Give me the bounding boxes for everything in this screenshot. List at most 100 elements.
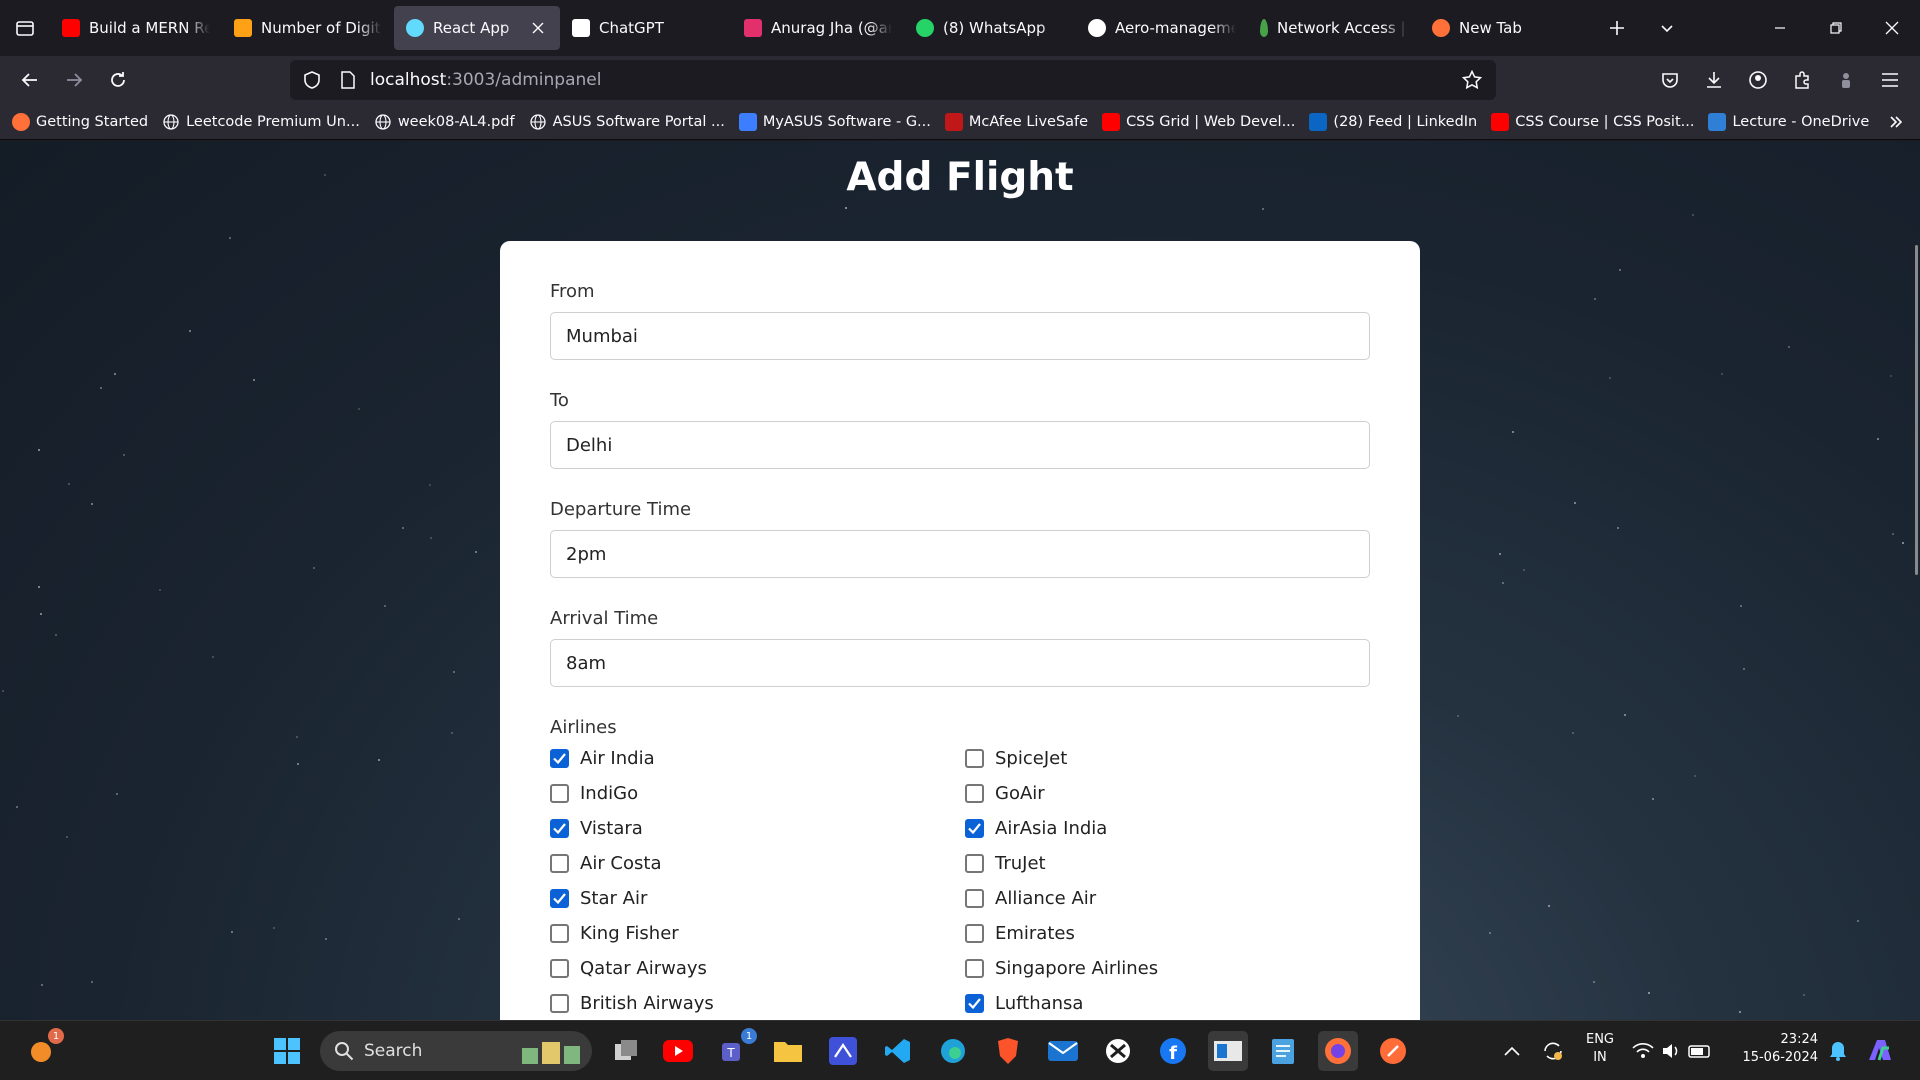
scrollbar-thumb[interactable]: [1915, 245, 1918, 575]
airline-checkbox[interactable]: [965, 889, 984, 908]
sync-tray-button[interactable]: [1533, 1031, 1573, 1071]
airline-checkbox[interactable]: [550, 924, 569, 943]
clock[interactable]: 23:24 15-06-2024: [1732, 1031, 1818, 1067]
airline-option[interactable]: British Airways: [550, 991, 965, 1016]
airline-checkbox[interactable]: [965, 924, 984, 943]
notifications-button[interactable]: [1818, 1031, 1858, 1071]
language-indicator[interactable]: ENG IN: [1580, 1031, 1620, 1067]
url-text[interactable]: localhost:3003/adminpanel: [370, 70, 601, 90]
airline-checkbox[interactable]: [550, 889, 569, 908]
airline-checkbox[interactable]: [965, 784, 984, 803]
airline-option[interactable]: Qatar Airways: [550, 956, 965, 981]
airline-checkbox[interactable]: [550, 994, 569, 1013]
airline-option[interactable]: Vistara: [550, 816, 965, 841]
taskbar-search[interactable]: Search: [320, 1031, 592, 1071]
tab-overflow-button[interactable]: [1642, 0, 1692, 56]
show-hidden-icons-button[interactable]: [1492, 1031, 1532, 1071]
bookmark-item[interactable]: week08-AL4.pdf: [374, 113, 515, 131]
bookmark-item[interactable]: Lecture - OneDrive: [1708, 112, 1869, 131]
task-view-button[interactable]: [606, 1031, 646, 1071]
airline-option[interactable]: Singapore Airlines: [965, 956, 1380, 981]
bookmark-item[interactable]: CSS Grid | Web Devel...: [1102, 112, 1295, 131]
xbox-button[interactable]: [1098, 1031, 1138, 1071]
reload-button[interactable]: [96, 60, 140, 100]
browser-tab[interactable]: Number of Digit (: [222, 6, 394, 50]
airline-checkbox[interactable]: [965, 994, 984, 1013]
browser-tab[interactable]: ChatGPT: [560, 6, 732, 50]
postman-button[interactable]: [1373, 1031, 1413, 1071]
airline-checkbox[interactable]: [550, 959, 569, 978]
notepad-button[interactable]: [1263, 1031, 1303, 1071]
airline-checkbox[interactable]: [550, 749, 569, 768]
page-scrollbar[interactable]: [1914, 141, 1920, 1020]
close-tab-button[interactable]: [528, 18, 548, 38]
teams-taskbar-button[interactable]: T1: [714, 1028, 757, 1071]
bookmark-item[interactable]: ASUS Software Portal ...: [529, 113, 725, 131]
firefox-taskbar-button[interactable]: [1318, 1031, 1358, 1071]
bookmark-item[interactable]: McAfee LiveSafe: [944, 112, 1088, 131]
facebook-button[interactable]: f: [1153, 1031, 1193, 1071]
quick-settings-button[interactable]: [1628, 1031, 1718, 1071]
arrival-time-input[interactable]: [550, 639, 1370, 687]
airline-checkbox[interactable]: [965, 854, 984, 873]
back-button[interactable]: [8, 60, 52, 100]
mail-button[interactable]: [1043, 1031, 1083, 1071]
bookmark-item[interactable]: Leetcode Premium Un...: [162, 113, 360, 131]
airline-option[interactable]: Star Air: [550, 886, 965, 911]
extensions-button[interactable]: [1780, 60, 1824, 100]
vscode-button[interactable]: [878, 1031, 918, 1071]
airline-checkbox[interactable]: [550, 784, 569, 803]
account-button[interactable]: [1736, 60, 1780, 100]
extension-item-button[interactable]: [1824, 60, 1868, 100]
new-tab-button[interactable]: [1592, 0, 1642, 56]
bookmark-item[interactable]: CSS Course | CSS Posit...: [1491, 112, 1694, 131]
airline-option[interactable]: Air India: [550, 746, 965, 771]
bookmark-item[interactable]: (28) Feed | LinkedIn: [1309, 112, 1477, 131]
start-button[interactable]: [267, 1031, 307, 1071]
notion-like-app-button[interactable]: [823, 1031, 863, 1071]
airline-option[interactable]: SpiceJet: [965, 746, 1380, 771]
bookmark-item[interactable]: Getting Started: [12, 112, 148, 131]
departure-time-input[interactable]: [550, 530, 1370, 578]
page-icon[interactable]: [330, 60, 366, 100]
tracking-protection-icon[interactable]: [294, 60, 330, 100]
url-bar[interactable]: localhost:3003/adminpanel: [290, 60, 1496, 100]
airline-checkbox[interactable]: [965, 819, 984, 838]
browser-tab[interactable]: Anurag Jha (@anu: [732, 6, 904, 50]
bookmarks-overflow-button[interactable]: [1884, 110, 1908, 134]
airline-option[interactable]: AirAsia India: [965, 816, 1380, 841]
browser-tab[interactable]: Build a MERN Rea: [50, 6, 222, 50]
bookmark-item[interactable]: MyASUS Software - G...: [738, 112, 931, 131]
airline-option[interactable]: GoAir: [965, 781, 1380, 806]
browser-tab[interactable]: New Tab: [1420, 6, 1592, 50]
airline-option[interactable]: Air Costa: [550, 851, 965, 876]
bookmark-star-button[interactable]: [1454, 60, 1490, 100]
brave-button[interactable]: [988, 1031, 1028, 1071]
forward-button[interactable]: [52, 60, 96, 100]
airline-option[interactable]: IndiGo: [550, 781, 965, 806]
downloads-button[interactable]: [1692, 60, 1736, 100]
restore-button[interactable]: [1808, 0, 1864, 56]
airline-checkbox[interactable]: [550, 819, 569, 838]
airline-checkbox[interactable]: [965, 959, 984, 978]
store-button[interactable]: [1208, 1031, 1248, 1071]
browser-tab[interactable]: Aero-manageme: [1076, 6, 1248, 50]
airline-option[interactable]: King Fisher: [550, 921, 965, 946]
copilot-button[interactable]: [1860, 1031, 1900, 1071]
youtube-taskbar-button[interactable]: [658, 1031, 698, 1071]
browser-tab[interactable]: (8) WhatsApp: [904, 6, 1076, 50]
menu-button[interactable]: [1868, 60, 1912, 100]
airline-option[interactable]: Emirates: [965, 921, 1380, 946]
minimize-button[interactable]: [1752, 0, 1808, 56]
browser-tab[interactable]: Network Access |: [1248, 6, 1420, 50]
airline-option[interactable]: Alliance Air: [965, 886, 1380, 911]
airline-checkbox[interactable]: [965, 749, 984, 768]
airline-option[interactable]: TruJet: [965, 851, 1380, 876]
from-input[interactable]: [550, 312, 1370, 360]
close-window-button[interactable]: [1864, 0, 1920, 56]
edge-button[interactable]: [933, 1031, 973, 1071]
browser-tab[interactable]: React App: [394, 6, 560, 50]
widgets-button[interactable]: 1: [21, 1028, 64, 1071]
pocket-button[interactable]: [1648, 60, 1692, 100]
airline-option[interactable]: Lufthansa: [965, 991, 1380, 1016]
